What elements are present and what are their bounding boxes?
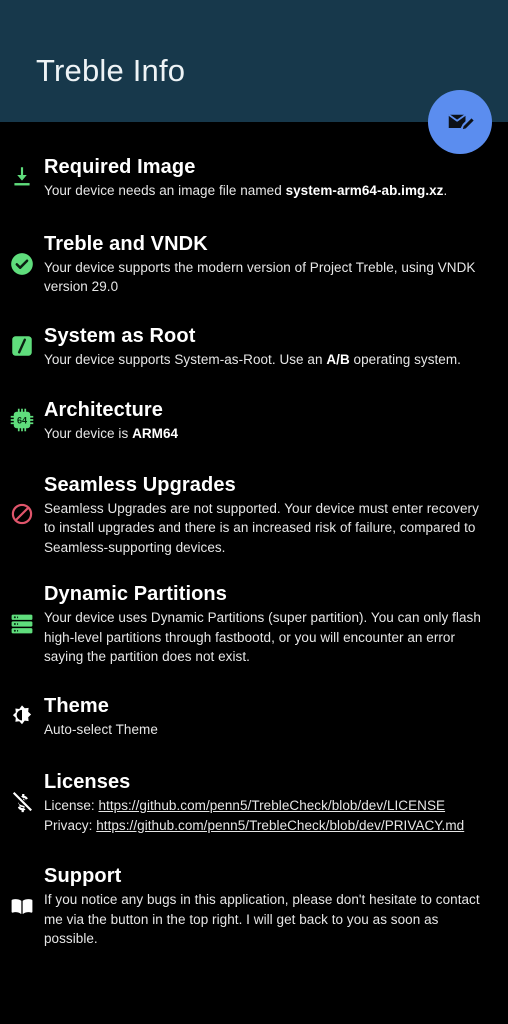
- plain-text: operating system.: [349, 351, 461, 367]
- plain-text: Your device supports System-as-Root. Use…: [44, 351, 327, 367]
- item-title: Architecture: [44, 399, 164, 421]
- emphasis-text: ARM64: [132, 426, 179, 441]
- item-description: Your device is ARM64: [44, 424, 486, 444]
- item-text: Dynamic Partitions Your device uses Dyna…: [44, 581, 490, 667]
- item-text: Licenses License: https://github.com/pen…: [44, 769, 490, 835]
- list-item-system-as-root[interactable]: System as Root Your device supports Syst…: [0, 323, 508, 370]
- item-title: System as Root: [44, 324, 196, 347]
- item-description: Your device supports the modern version …: [44, 258, 486, 297]
- license-link[interactable]: https://github.com/penn5/TrebleCheck/blo…: [98, 798, 445, 813]
- item-text: Support If you notice any bugs in this a…: [44, 863, 490, 949]
- slash-square-icon: [0, 333, 44, 359]
- item-description: If you notice any bugs in this applicati…: [44, 890, 486, 949]
- item-text: System as Root Your device supports Syst…: [44, 323, 490, 370]
- app-root: Treble Info Required Image Your device n…: [0, 0, 508, 1024]
- item-text: Architecture Your device is ARM64: [44, 397, 490, 444]
- item-description: Your device uses Dynamic Partitions (sup…: [44, 608, 486, 667]
- item-title: Seamless Upgrades: [44, 473, 236, 496]
- list-item-theme[interactable]: Theme Auto-select Theme: [0, 693, 508, 740]
- privacy-line: Privacy: https://github.com/penn5/Treble…: [44, 816, 486, 836]
- item-title: Support: [44, 865, 122, 887]
- item-title: Licenses: [44, 771, 131, 793]
- page-title: Treble Info: [36, 53, 186, 88]
- plain-text: Auto-select Theme: [44, 721, 158, 737]
- money-off-icon: [0, 789, 44, 815]
- open-book-icon: [0, 893, 44, 919]
- list-item-seamless-upgrades[interactable]: Seamless Upgrades Seamless Upgrades are …: [0, 472, 508, 558]
- plain-text: Seamless Upgrades are not supported. You…: [44, 500, 479, 555]
- contact-developer-fab[interactable]: [428, 90, 492, 154]
- plain-text: Your device supports the modern version …: [44, 259, 476, 295]
- privacy-link[interactable]: https://github.com/penn5/TrebleCheck/blo…: [96, 818, 464, 833]
- privacy-label: Privacy:: [44, 817, 97, 833]
- email-edit-icon: [445, 107, 475, 137]
- emphasis-text: A/B: [326, 351, 350, 367]
- item-text: Theme Auto-select Theme: [44, 693, 490, 740]
- storage-stack-icon: [0, 611, 44, 637]
- item-description: License: https://github.com/penn5/Treble…: [44, 796, 486, 835]
- info-list: Required Image Your device needs an imag…: [0, 122, 508, 949]
- check-circle-icon: [0, 251, 44, 277]
- plain-text: Your device needs an image file named: [44, 183, 286, 198]
- item-description: Seamless Upgrades are not supported. You…: [44, 499, 486, 558]
- app-bar: Treble Info: [0, 0, 508, 122]
- plain-text: Your device uses Dynamic Partitions (sup…: [44, 610, 481, 664]
- plain-text: If you notice any bugs in this applicati…: [44, 892, 480, 946]
- item-title: Treble and VNDK: [44, 232, 208, 255]
- emphasis-text: system-arm64-ab.img.xz: [285, 183, 444, 198]
- item-description: Auto-select Theme: [44, 720, 486, 740]
- item-text: Required Image Your device needs an imag…: [44, 154, 490, 201]
- item-title: Dynamic Partitions: [44, 583, 227, 605]
- license-label: License:: [44, 798, 99, 813]
- cpu-chip-64-icon: 64: [0, 407, 44, 433]
- list-item-dynamic-partitions[interactable]: Dynamic Partitions Your device uses Dyna…: [0, 581, 508, 667]
- license-line: License: https://github.com/penn5/Treble…: [44, 796, 486, 816]
- plain-text: .: [443, 183, 448, 198]
- svg-text:64: 64: [17, 416, 28, 426]
- download-icon: [0, 164, 44, 190]
- list-item-licenses[interactable]: Licenses License: https://github.com/pen…: [0, 769, 508, 835]
- list-item-support[interactable]: Support If you notice any bugs in this a…: [0, 863, 508, 949]
- item-description: Your device supports System-as-Root. Use…: [44, 350, 486, 370]
- list-item-architecture[interactable]: 64 Architecture Your device is ARM64: [0, 397, 508, 444]
- item-title: Theme: [44, 694, 109, 717]
- item-text: Treble and VNDK Your device supports the…: [44, 231, 490, 297]
- item-title: Required Image: [44, 156, 196, 178]
- item-description: Your device needs an image file named sy…: [44, 181, 486, 201]
- brightness-auto-icon: [0, 703, 44, 729]
- list-item-required-image[interactable]: Required Image Your device needs an imag…: [0, 154, 508, 201]
- block-circle-slash-icon: [0, 501, 44, 527]
- plain-text: Your device is: [44, 426, 133, 441]
- list-item-treble-and-vndk[interactable]: Treble and VNDK Your device supports the…: [0, 231, 508, 297]
- item-text: Seamless Upgrades Seamless Upgrades are …: [44, 472, 490, 558]
